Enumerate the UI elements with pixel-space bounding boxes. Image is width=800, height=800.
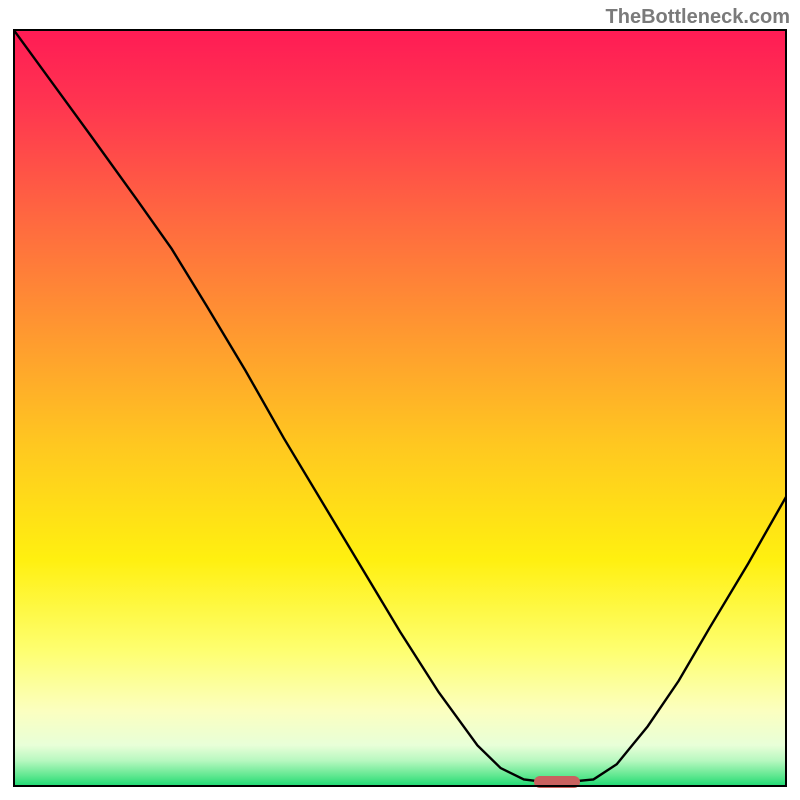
- optimal-marker: [534, 776, 580, 788]
- plot-area: [13, 29, 787, 787]
- bottleneck-curve: [13, 29, 787, 787]
- watermark-text: TheBottleneck.com: [606, 6, 790, 29]
- chart-container: TheBottleneck.com: [0, 0, 800, 800]
